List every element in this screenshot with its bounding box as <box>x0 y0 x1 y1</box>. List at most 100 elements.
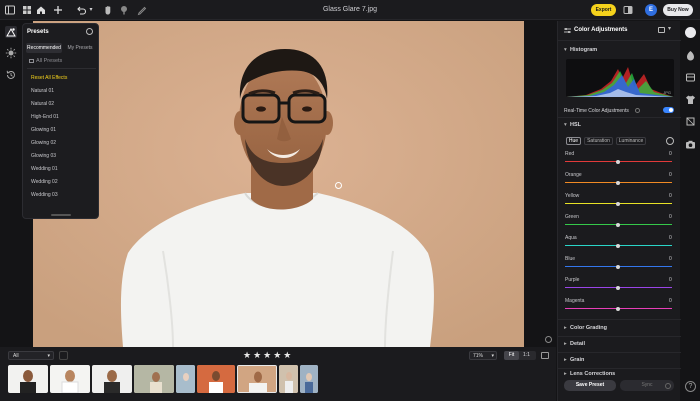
slider-label: Aqua <box>565 235 577 241</box>
slider-value[interactable]: 0 <box>669 172 672 178</box>
save-preset-button[interactable]: Save Preset <box>564 380 616 391</box>
thumbnail[interactable] <box>300 365 318 393</box>
target-adjust-icon[interactable] <box>666 137 674 145</box>
adjust-sun-icon[interactable] <box>5 47 17 59</box>
face-retouch-icon[interactable] <box>685 50 696 61</box>
one-to-one-button[interactable]: 1:1 <box>519 351 534 360</box>
preset-item[interactable]: Wedding 01 <box>31 166 58 172</box>
color-grading-section-header[interactable]: ▸ Color Grading <box>564 325 607 331</box>
histogram-section-header[interactable]: ▾ Histogram <box>564 47 597 53</box>
star-rating[interactable]: ★★★★★ <box>243 351 293 360</box>
presets-title: Presets <box>27 29 49 35</box>
divider <box>27 68 96 69</box>
portrait-photo <box>33 21 524 347</box>
fullscreen-icon[interactable] <box>541 352 549 359</box>
slider-value[interactable]: 0 <box>669 277 672 283</box>
zoom-value: 71% <box>473 353 484 359</box>
thumbnail-selected[interactable] <box>237 365 277 393</box>
slider-knob[interactable] <box>616 222 620 227</box>
tab-my-presets[interactable]: My Presets <box>63 43 97 53</box>
compare-icon[interactable] <box>622 4 634 16</box>
camera-icon[interactable] <box>685 139 696 150</box>
slider-knob[interactable] <box>616 306 620 311</box>
slider-label: Green <box>565 214 579 220</box>
settings-gear-icon[interactable] <box>665 383 671 389</box>
presets-tabs: Recommended My Presets <box>26 43 97 53</box>
reset-all-effects[interactable]: Reset All Effects <box>31 75 67 81</box>
fit-button[interactable]: Fit <box>504 351 519 360</box>
detail-section-header[interactable]: ▸ Detail <box>564 341 585 347</box>
filter-options-icon[interactable] <box>59 351 68 360</box>
thumbnail[interactable] <box>176 365 195 393</box>
slider-value[interactable]: 0 <box>669 193 672 199</box>
tab-luminance[interactable]: Luminance <box>616 137 646 145</box>
slider-label: Magenta <box>565 298 585 304</box>
divider <box>558 40 681 41</box>
slider-value[interactable]: 0 <box>669 214 672 220</box>
panel-resize-handle[interactable] <box>51 214 71 216</box>
preset-item[interactable]: High-End 01 <box>31 114 59 120</box>
panel-layout-icon[interactable] <box>658 27 665 33</box>
slider-knob[interactable] <box>616 159 620 164</box>
tab-hue[interactable]: Hue <box>566 137 581 145</box>
adjustments-icon <box>564 27 571 34</box>
hsl-section-header[interactable]: ▾ HSL <box>564 122 581 128</box>
preset-item[interactable]: Glowing 02 <box>31 140 56 146</box>
clothing-icon[interactable] <box>685 94 696 105</box>
thumbnail[interactable] <box>197 365 235 393</box>
left-tool-strip <box>0 20 22 220</box>
slider-label: Orange <box>565 172 582 178</box>
user-avatar[interactable]: E <box>645 4 657 16</box>
grain-section-header[interactable]: ▸ Grain <box>564 357 584 363</box>
photo-canvas[interactable] <box>33 21 524 347</box>
thumbnail[interactable] <box>92 365 132 393</box>
color-adjust-icon[interactable] <box>685 27 696 38</box>
slider-knob[interactable] <box>616 201 620 206</box>
divider <box>558 319 681 320</box>
realtime-toggle[interactable] <box>663 107 674 113</box>
slider-value[interactable]: 0 <box>669 298 672 304</box>
crop-icon[interactable] <box>685 116 696 127</box>
filter-select[interactable]: All ▾ <box>8 351 54 360</box>
filmstrip-bar: All ▾ ★★★★★ 71% ▾ Fit 1:1 <box>0 347 556 401</box>
info-icon[interactable] <box>545 336 552 343</box>
help-icon[interactable] <box>635 108 640 113</box>
preset-item[interactable]: Natural 02 <box>31 101 54 107</box>
view-fit-toggle: Fit 1:1 <box>504 351 536 360</box>
preset-item[interactable]: Glowing 01 <box>31 127 56 133</box>
export-button[interactable]: Export <box>591 4 616 16</box>
slider-knob[interactable] <box>616 285 620 290</box>
hsl-label: HSL <box>570 122 581 128</box>
thumbnail[interactable] <box>8 365 48 393</box>
tab-saturation[interactable]: Saturation <box>584 137 613 145</box>
layers-icon[interactable] <box>685 72 696 83</box>
tab-recommended[interactable]: Recommended <box>26 43 62 53</box>
lens-corrections-section-header[interactable]: ▸ Lens Corrections <box>564 371 615 377</box>
preset-item[interactable]: Wedding 02 <box>31 179 58 185</box>
section-label: Lens Corrections <box>570 371 616 377</box>
thumbnail[interactable] <box>134 365 174 393</box>
help-icon[interactable]: ? <box>685 381 696 392</box>
all-presets-dropdown[interactable]: All Presets <box>29 58 62 64</box>
thumbnail[interactable] <box>279 365 298 393</box>
zoom-select[interactable]: 71% ▾ <box>469 351 497 360</box>
slider-value[interactable]: 0 <box>669 235 672 241</box>
presets-tool-icon[interactable] <box>5 26 17 38</box>
top-toolbar: ▾ Glass Glare 7.jpg Export E Buy Now <box>0 0 700 20</box>
history-icon[interactable] <box>5 69 17 81</box>
preset-item[interactable]: Glowing 03 <box>31 153 56 159</box>
thumbnail[interactable] <box>50 365 90 393</box>
presets-settings-icon[interactable] <box>86 28 93 35</box>
chevron-down-icon[interactable]: ▾ <box>668 25 671 32</box>
buy-now-button[interactable]: Buy Now <box>663 4 693 16</box>
preset-item[interactable]: Natural 01 <box>31 88 54 94</box>
slider-knob[interactable] <box>616 180 620 185</box>
realtime-label: Real-Time Color Adjustments <box>564 108 629 114</box>
preset-item[interactable]: Wedding 03 <box>31 192 58 198</box>
slider-value[interactable]: 0 <box>669 151 672 157</box>
slider-knob[interactable] <box>616 243 620 248</box>
slider-value[interactable]: 0 <box>669 256 672 262</box>
slider-knob[interactable] <box>616 264 620 269</box>
filter-value: All <box>13 353 19 359</box>
folder-icon <box>29 58 34 63</box>
